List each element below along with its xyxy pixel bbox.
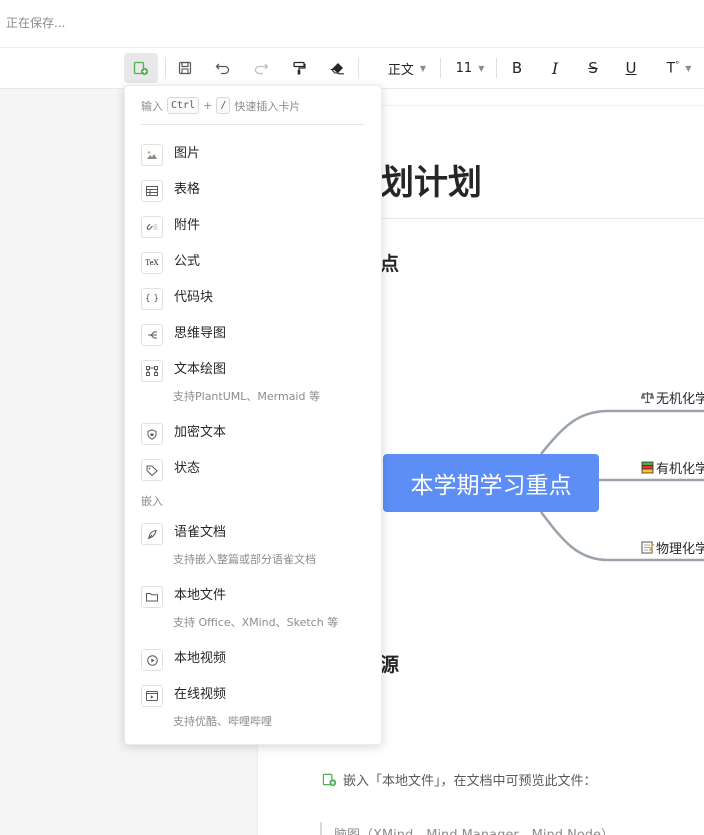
save-icon [178,61,192,75]
menu-item-text-diagram[interactable]: 文本绘图 [141,360,226,382]
text-diagram-icon [141,360,163,382]
image-icon [141,144,163,166]
menu-item-local-file[interactable]: 本地文件 [141,586,226,608]
books-emoji-icon [641,461,654,474]
mindmap-branch-physical[interactable]: 物理化学 [641,538,704,557]
yuque-doc-icon [141,523,163,545]
font-size-select[interactable]: 11 ▼ [452,56,488,80]
saving-status: 正在保存... [6,16,66,30]
local-file-description: 支持 Office、XMind、Sketch 等 [173,616,339,629]
embed-section-label: 嵌入 [141,495,163,508]
online-video-icon [141,685,163,707]
menu-item-online-video[interactable]: 在线视频 [141,685,226,707]
menu-item-status[interactable]: 状态 [141,459,200,481]
chevron-down-icon: ▼ [685,63,692,73]
insert-menu: 输入 Ctrl + / 快速插入卡片 图片 表格 附件 TeX 公式 { } 代… [124,85,382,745]
heading-resources[interactable]: 源 [380,650,399,677]
eraser-icon [329,63,344,75]
redo-button[interactable] [251,56,271,80]
mindmap-center-node[interactable]: 本学期学习重点 [383,454,599,512]
insert-card-icon [133,61,149,76]
menu-item-local-video[interactable]: 本地视频 [141,649,226,671]
chevron-down-icon: ▼ [419,63,427,73]
undo-icon [215,63,230,75]
mindmap-branch-organic[interactable]: 有机化学 [641,458,704,477]
underline-icon: U [625,59,637,77]
italic-icon: I [551,58,559,78]
tag-icon [141,459,163,481]
ctrl-key: Ctrl [167,97,200,114]
clear-format-button[interactable] [327,56,347,80]
play-icon [141,649,163,671]
mindmap-icon [141,324,163,346]
editor-toolbar: 正文 ▼ 11 ▼ B I S U T° ▼ [0,48,704,89]
underline-button[interactable]: U [621,56,641,80]
shortcut-hint: 输入 Ctrl + / 快速插入卡片 [141,97,301,114]
mindmap-branch-inorganic[interactable]: 无机化学 [641,388,704,407]
menu-item-attachment[interactable]: 附件 [141,216,200,238]
menu-item-image[interactable]: 图片 [141,144,200,166]
more-format-select[interactable]: T° ▼ [658,56,700,80]
folder-icon [141,586,163,608]
text-diagram-description: 支持PlantUML、Mermaid 等 [173,390,320,403]
scale-emoji-icon [641,392,654,404]
insert-button[interactable] [124,53,158,83]
menu-item-yuque-doc[interactable]: 语雀文档 [141,523,226,545]
menu-item-table[interactable]: 表格 [141,180,200,202]
top-status-bar: 正在保存... [0,0,704,48]
online-video-description: 支持优酷、哔哩哔哩 [173,715,272,728]
menu-item-mindmap[interactable]: 思维导图 [141,324,226,346]
lock-icon [141,423,163,445]
chevron-down-icon: ▼ [478,63,485,73]
yuque-doc-description: 支持嵌入整篇或部分语雀文档 [173,553,316,566]
strikethrough-icon: S [588,59,598,77]
bold-button[interactable]: B [507,56,527,80]
italic-button[interactable]: I [545,56,565,80]
menu-item-encrypted-text[interactable]: 加密文本 [141,423,226,445]
quote-text[interactable]: 脑图（XMind、Mind Manager、Mind Node） [334,824,614,835]
paragraph-style-select[interactable]: 正文 ▼ [381,56,433,80]
superscript-icon: T° [666,59,680,77]
slash-key: / [216,97,231,114]
bold-icon: B [511,59,523,77]
memo-emoji-icon [641,541,654,554]
code-block-icon: { } [141,288,163,310]
attachment-icon [141,216,163,238]
strikethrough-button[interactable]: S [583,56,603,80]
redo-icon [254,63,269,75]
embed-file-paragraph[interactable]: 嵌入「本地文件」，在文档中可预览此文件： [322,770,597,789]
undo-button[interactable] [213,56,233,80]
menu-item-code-block[interactable]: { } 代码块 [141,288,213,310]
menu-item-formula[interactable]: TeX 公式 [141,252,200,274]
insert-card-icon [322,773,337,787]
formula-icon: TeX [141,252,163,274]
save-button[interactable] [175,56,195,80]
table-icon [141,180,163,202]
format-painter-button[interactable] [289,56,309,80]
quote-bar [320,822,322,835]
format-painter-icon [293,61,306,75]
